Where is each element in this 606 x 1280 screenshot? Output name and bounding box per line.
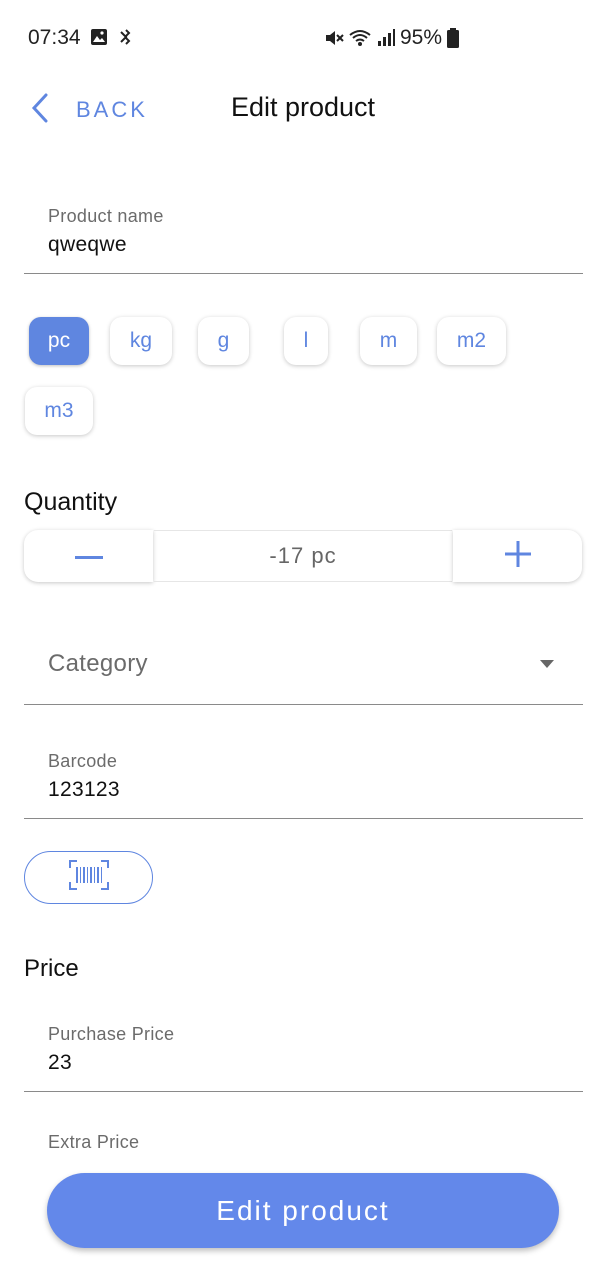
purchase-price-value: 23 bbox=[48, 1051, 72, 1074]
price-title: Price bbox=[24, 955, 79, 982]
quantity-title: Quantity bbox=[24, 488, 118, 516]
unit-chip-l[interactable]: l bbox=[284, 317, 328, 365]
unit-chip-pc[interactable]: pc bbox=[29, 317, 89, 365]
dropdown-arrow-icon bbox=[540, 660, 554, 668]
purchase-price-label: Purchase Price bbox=[48, 1024, 175, 1044]
page-title: Edit product bbox=[230, 92, 376, 122]
battery-percent: 95% bbox=[400, 26, 443, 49]
purchase-price-field[interactable]: Purchase Price 23 bbox=[24, 1015, 583, 1092]
edit-product-button[interactable]: Edit product bbox=[47, 1173, 559, 1248]
mute-icon bbox=[324, 28, 344, 53]
sync-icon bbox=[118, 28, 132, 51]
battery-icon bbox=[447, 28, 459, 53]
category-placeholder: Category bbox=[48, 650, 148, 677]
wifi-icon bbox=[348, 28, 372, 53]
decrement-button[interactable] bbox=[24, 530, 153, 582]
signal-icon bbox=[376, 28, 396, 53]
category-select[interactable]: Category bbox=[24, 628, 583, 705]
product-name-field[interactable]: Product name qweqwe bbox=[24, 196, 583, 274]
minus-icon bbox=[74, 547, 103, 565]
plus-icon bbox=[504, 540, 531, 572]
gallery-icon bbox=[90, 28, 108, 51]
barcode-field[interactable]: Barcode 123123 bbox=[24, 742, 583, 819]
unit-chip-m3[interactable]: m3 bbox=[25, 387, 93, 435]
unit-chip-m2[interactable]: m2 bbox=[437, 317, 506, 365]
barcode-label: Barcode bbox=[48, 751, 118, 771]
unit-chip-g[interactable]: g bbox=[198, 317, 249, 365]
product-name-label: Product name bbox=[48, 206, 164, 226]
barcode-value: 123123 bbox=[48, 778, 120, 801]
barcode-scan-icon bbox=[68, 860, 109, 895]
status-bar: 07:34 95% bbox=[0, 0, 606, 76]
quantity-stepper: -17 pc bbox=[24, 530, 582, 582]
status-time: 07:34 bbox=[28, 26, 81, 49]
quantity-value[interactable]: -17 pc bbox=[154, 530, 452, 582]
product-name-value: qweqwe bbox=[48, 233, 127, 256]
extra-price-label: Extra Price bbox=[48, 1132, 140, 1152]
unit-chip-kg[interactable]: kg bbox=[110, 317, 172, 365]
scan-barcode-button[interactable] bbox=[24, 851, 153, 904]
increment-button[interactable] bbox=[453, 530, 582, 582]
unit-chip-m[interactable]: m bbox=[360, 317, 417, 365]
